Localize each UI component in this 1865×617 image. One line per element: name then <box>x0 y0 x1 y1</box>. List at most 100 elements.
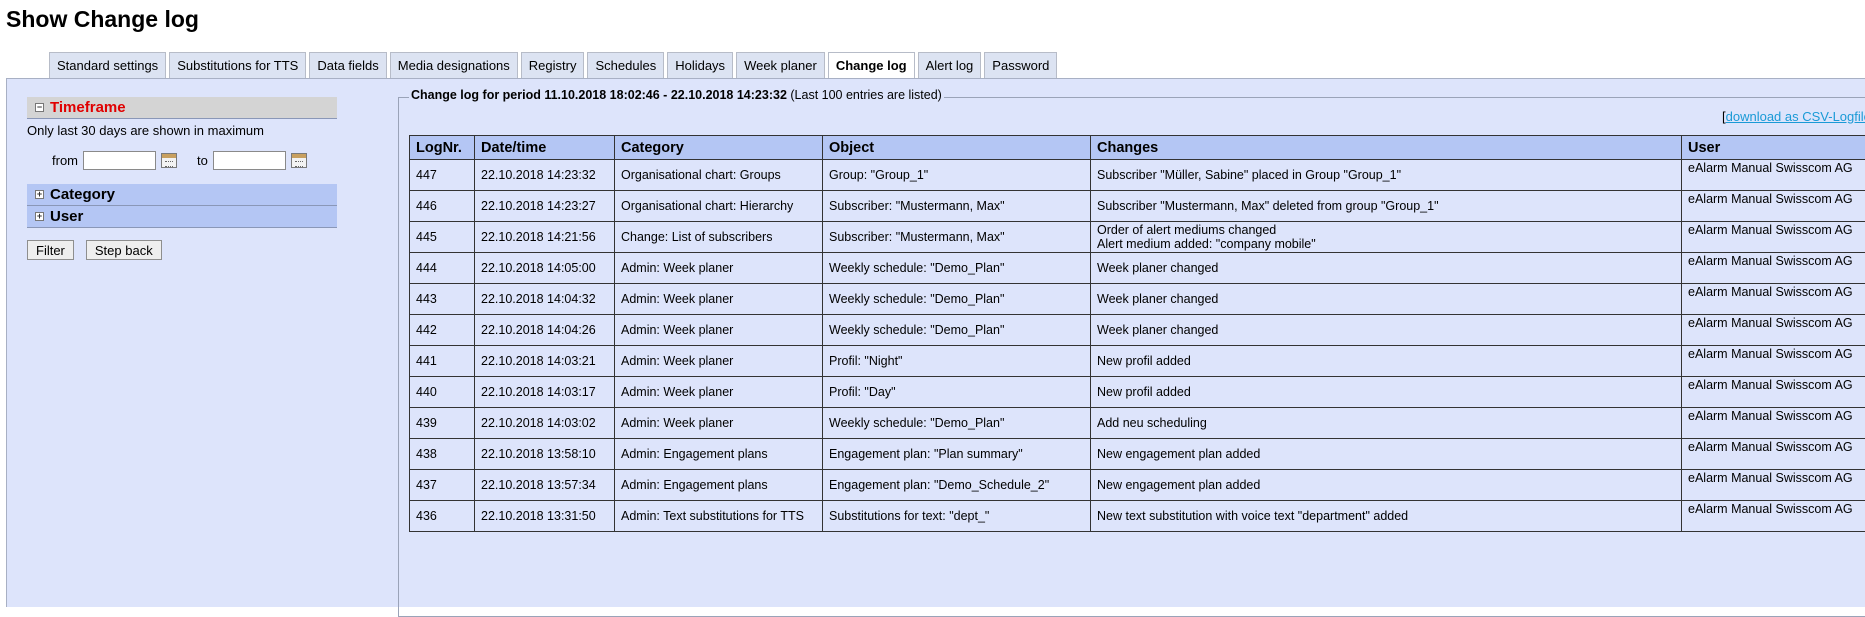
table-row: 439 22.10.2018 14:03:02 Admin: Week plan… <box>410 408 1865 439</box>
log-changes: New engagement plan added <box>1091 470 1682 501</box>
log-object: Substitutions for text: "dept_" <box>823 501 1091 532</box>
log-category: Admin: Week planer <box>615 253 823 284</box>
tab-change-log[interactable]: Change log <box>828 52 915 79</box>
table-row: 441 22.10.2018 14:03:21 Admin: Week plan… <box>410 346 1865 377</box>
log-user: eAlarm Manual Swisscom AG <box>1682 253 1865 284</box>
tab-holidays[interactable]: Holidays <box>667 52 733 78</box>
step-back-button[interactable]: Step back <box>86 240 162 260</box>
change-log-fieldset: Change log for period 11.10.2018 18:02:4… <box>398 97 1865 617</box>
log-changes: Week planer changed <box>1091 253 1682 284</box>
log-changes: Week planer changed <box>1091 315 1682 346</box>
log-changes: New profil added <box>1091 346 1682 377</box>
table-row: 443 22.10.2018 14:04:32 Admin: Week plan… <box>410 284 1865 315</box>
log-nr: 444 <box>410 253 475 284</box>
from-date-input[interactable] <box>83 151 156 170</box>
tab-week-planer[interactable]: Week planer <box>736 52 825 78</box>
category-section-header[interactable]: + Category <box>27 184 337 206</box>
timeframe-label: Timeframe <box>50 99 126 116</box>
filter-button[interactable]: Filter <box>27 240 74 260</box>
log-user: eAlarm Manual Swisscom AG <box>1682 315 1865 346</box>
legend-period: Change log for period 11.10.2018 18:02:4… <box>411 88 787 102</box>
log-category: Admin: Text substitutions for TTS <box>615 501 823 532</box>
log-nr: 439 <box>410 408 475 439</box>
table-header-row: LogNr. Date/time Category Object Changes… <box>410 136 1865 160</box>
log-date: 22.10.2018 13:31:50 <box>475 501 615 532</box>
change-log-legend: Change log for period 11.10.2018 18:02:4… <box>409 88 944 102</box>
log-nr: 443 <box>410 284 475 315</box>
tab-substitutions-for-tts[interactable]: Substitutions for TTS <box>169 52 306 78</box>
csv-download-link[interactable]: download as CSV-Logfile <box>1726 109 1865 124</box>
timeframe-section-header[interactable]: − Timeframe <box>27 97 337 119</box>
tab-media-designations[interactable]: Media designations <box>390 52 518 78</box>
column-header: LogNr. <box>410 136 475 160</box>
table-row: 442 22.10.2018 14:04:26 Admin: Week plan… <box>410 315 1865 346</box>
log-object: Engagement plan: "Demo_Schedule_2" <box>823 470 1091 501</box>
log-category: Admin: Week planer <box>615 408 823 439</box>
log-date: 22.10.2018 14:23:32 <box>475 160 615 191</box>
log-date: 22.10.2018 14:04:26 <box>475 315 615 346</box>
table-row: 444 22.10.2018 14:05:00 Admin: Week plan… <box>410 253 1865 284</box>
log-date: 22.10.2018 14:03:21 <box>475 346 615 377</box>
tab-registry[interactable]: Registry <box>521 52 585 78</box>
user-section-header[interactable]: + User <box>27 206 337 228</box>
change-log-table: LogNr. Date/time Category Object Changes… <box>409 135 1865 532</box>
log-nr: 442 <box>410 315 475 346</box>
log-nr: 447 <box>410 160 475 191</box>
calendar-icon[interactable] <box>291 153 307 168</box>
log-category: Organisational chart: Hierarchy <box>615 191 823 222</box>
log-category: Admin: Week planer <box>615 315 823 346</box>
log-changes: New text substitution with voice text "d… <box>1091 501 1682 532</box>
content-panel: − Timeframe Only last 30 days are shown … <box>6 78 1865 607</box>
log-user: eAlarm Manual Swisscom AG <box>1682 377 1865 408</box>
log-object: Weekly schedule: "Demo_Plan" <box>823 315 1091 346</box>
log-category: Change: List of subscribers <box>615 222 823 253</box>
collapse-icon[interactable]: − <box>35 103 44 112</box>
log-user: eAlarm Manual Swisscom AG <box>1682 191 1865 222</box>
log-date: 22.10.2018 13:57:34 <box>475 470 615 501</box>
log-changes: New engagement plan added <box>1091 439 1682 470</box>
expand-icon[interactable]: + <box>35 190 44 199</box>
log-nr: 437 <box>410 470 475 501</box>
column-header: Category <box>615 136 823 160</box>
filter-button-row: Filter Step back <box>27 240 337 260</box>
log-nr: 438 <box>410 439 475 470</box>
tab-standard-settings[interactable]: Standard settings <box>49 52 166 78</box>
category-label: Category <box>50 186 115 203</box>
log-nr: 436 <box>410 501 475 532</box>
log-object: Profil: "Day" <box>823 377 1091 408</box>
calendar-icon[interactable] <box>161 153 177 168</box>
log-changes: Subscriber "Müller, Sabine" placed in Gr… <box>1091 160 1682 191</box>
tab-schedules[interactable]: Schedules <box>587 52 664 78</box>
log-category: Admin: Week planer <box>615 346 823 377</box>
tab-data-fields[interactable]: Data fields <box>309 52 386 78</box>
log-date: 22.10.2018 14:03:02 <box>475 408 615 439</box>
log-changes: New profil added <box>1091 377 1682 408</box>
log-date: 22.10.2018 14:21:56 <box>475 222 615 253</box>
tab-password[interactable]: Password <box>984 52 1057 78</box>
log-nr: 445 <box>410 222 475 253</box>
log-category: Organisational chart: Groups <box>615 160 823 191</box>
log-date: 22.10.2018 14:23:27 <box>475 191 615 222</box>
log-object: Weekly schedule: "Demo_Plan" <box>823 284 1091 315</box>
log-changes: Subscriber "Mustermann, Max" deleted fro… <box>1091 191 1682 222</box>
log-object: Group: "Group_1" <box>823 160 1091 191</box>
tab-alert-log[interactable]: Alert log <box>918 52 982 78</box>
log-changes: Week planer changed <box>1091 284 1682 315</box>
date-range-row: from to <box>52 151 337 170</box>
log-date: 22.10.2018 14:05:00 <box>475 253 615 284</box>
log-user: eAlarm Manual Swisscom AG <box>1682 501 1865 532</box>
log-changes: Order of alert mediums changed Alert med… <box>1091 222 1682 253</box>
table-row: 438 22.10.2018 13:58:10 Admin: Engagemen… <box>410 439 1865 470</box>
to-label: to <box>197 153 208 168</box>
table-row: 447 22.10.2018 14:23:32 Organisational c… <box>410 160 1865 191</box>
column-header: User <box>1682 136 1865 160</box>
log-changes: Add neu scheduling <box>1091 408 1682 439</box>
log-nr: 440 <box>410 377 475 408</box>
to-date-input[interactable] <box>213 151 286 170</box>
log-object: Engagement plan: "Plan summary" <box>823 439 1091 470</box>
log-category: Admin: Week planer <box>615 284 823 315</box>
expand-icon[interactable]: + <box>35 212 44 221</box>
timeframe-hint: Only last 30 days are shown in maximum <box>27 123 337 138</box>
log-user: eAlarm Manual Swisscom AG <box>1682 222 1865 253</box>
change-line: Alert medium added: "company mobile" <box>1097 237 1675 251</box>
